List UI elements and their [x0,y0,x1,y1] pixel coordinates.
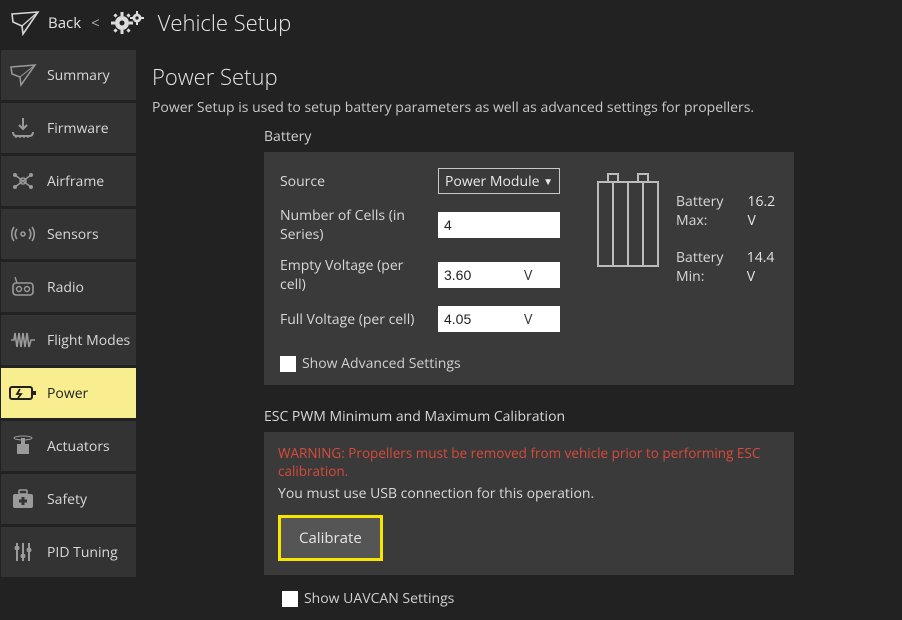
sidebar-item-safety[interactable]: Safety [1,474,136,524]
main-area: Summary Firmware Airframe Sensors Radio [0,50,902,620]
content-area: Power Setup Power Setup is used to setup… [138,50,902,620]
empty-voltage-label: Empty Voltage (per cell) [280,256,428,294]
gears-icon[interactable] [110,10,146,36]
full-voltage-input[interactable] [444,311,524,327]
sidebar-item-airframe[interactable]: Airframe [1,156,136,206]
wave-icon [7,324,39,356]
esc-info: You must use USB connection for this ope… [278,484,780,503]
sidebar-item-label: Radio [47,278,84,297]
medkit-icon [7,483,39,515]
battery-min-label: Battery Min: [676,248,739,286]
plane-icon [7,59,39,91]
sidebar-item-label: Safety [47,490,87,509]
sidebar-item-label: Airframe [47,172,104,191]
source-value: Power Module [445,172,539,191]
show-advanced-checkbox[interactable] [280,356,296,372]
sidebar-item-label: Summary [47,66,110,85]
volt-unit: V [524,310,532,329]
battery-panel: Source Power Module ▼ Number of Cells (i… [264,152,794,385]
page-header-title: Vehicle Setup [158,8,292,38]
sidebar-item-label: Flight Modes [47,331,130,350]
sidebar: Summary Firmware Airframe Sensors Radio [0,50,138,620]
topbar: Back < Vehicle Setup [0,0,902,50]
battery-max-value: 16.2 V [747,192,778,230]
esc-section-label: ESC PWM Minimum and Maximum Calibration [264,407,882,426]
sidebar-item-radio[interactable]: Radio [1,262,136,312]
esc-panel: WARNING: Propellers must be removed from… [264,432,794,575]
sensors-icon [7,218,39,250]
cells-input[interactable] [438,212,560,238]
sidebar-item-power[interactable]: Power [1,368,136,418]
battery-graphic [592,172,664,270]
empty-voltage-field[interactable]: V [438,262,560,288]
airframe-icon [7,165,39,197]
sliders-icon [7,536,39,568]
back-button[interactable]: Back [48,13,81,33]
motor-icon [7,430,39,462]
show-uavcan-label: Show UAVCAN Settings [304,589,454,608]
source-label: Source [280,172,428,191]
page-description: Power Setup is used to setup battery par… [152,98,882,117]
battery-icon [7,377,39,409]
show-advanced-label: Show Advanced Settings [302,354,461,373]
battery-max-label: Battery Max: [676,192,739,230]
sidebar-item-label: Sensors [47,225,99,244]
sidebar-item-firmware[interactable]: Firmware [1,103,136,153]
full-voltage-label: Full Voltage (per cell) [280,310,428,329]
empty-voltage-input[interactable] [444,267,524,283]
download-icon [7,112,39,144]
sidebar-item-label: Power [47,384,88,403]
battery-min-value: 14.4 V [747,248,778,286]
sidebar-item-label: PID Tuning [47,543,118,562]
sidebar-item-sensors[interactable]: Sensors [1,209,136,259]
sidebar-item-label: Firmware [47,119,109,138]
cells-label: Number of Cells (in Series) [280,206,428,244]
sidebar-item-pidtuning[interactable]: PID Tuning [1,527,136,577]
sidebar-item-actuators[interactable]: Actuators [1,421,136,471]
radio-icon [7,271,39,303]
sidebar-item-flightmodes[interactable]: Flight Modes [1,315,136,365]
full-voltage-field[interactable]: V [438,306,560,332]
page-title: Power Setup [152,62,882,92]
battery-section-label: Battery [264,127,882,146]
chevron-down-icon: ▼ [543,174,553,188]
show-uavcan-checkbox[interactable] [282,591,298,607]
source-select[interactable]: Power Module ▼ [438,168,560,194]
volt-unit: V [524,266,532,285]
back-chevron: < [91,13,100,33]
esc-warning: WARNING: Propellers must be removed from… [278,444,780,480]
sidebar-item-summary[interactable]: Summary [1,50,136,100]
plane-icon[interactable] [10,10,40,36]
calibrate-button[interactable]: Calibrate [278,515,383,561]
sidebar-item-label: Actuators [47,437,110,456]
